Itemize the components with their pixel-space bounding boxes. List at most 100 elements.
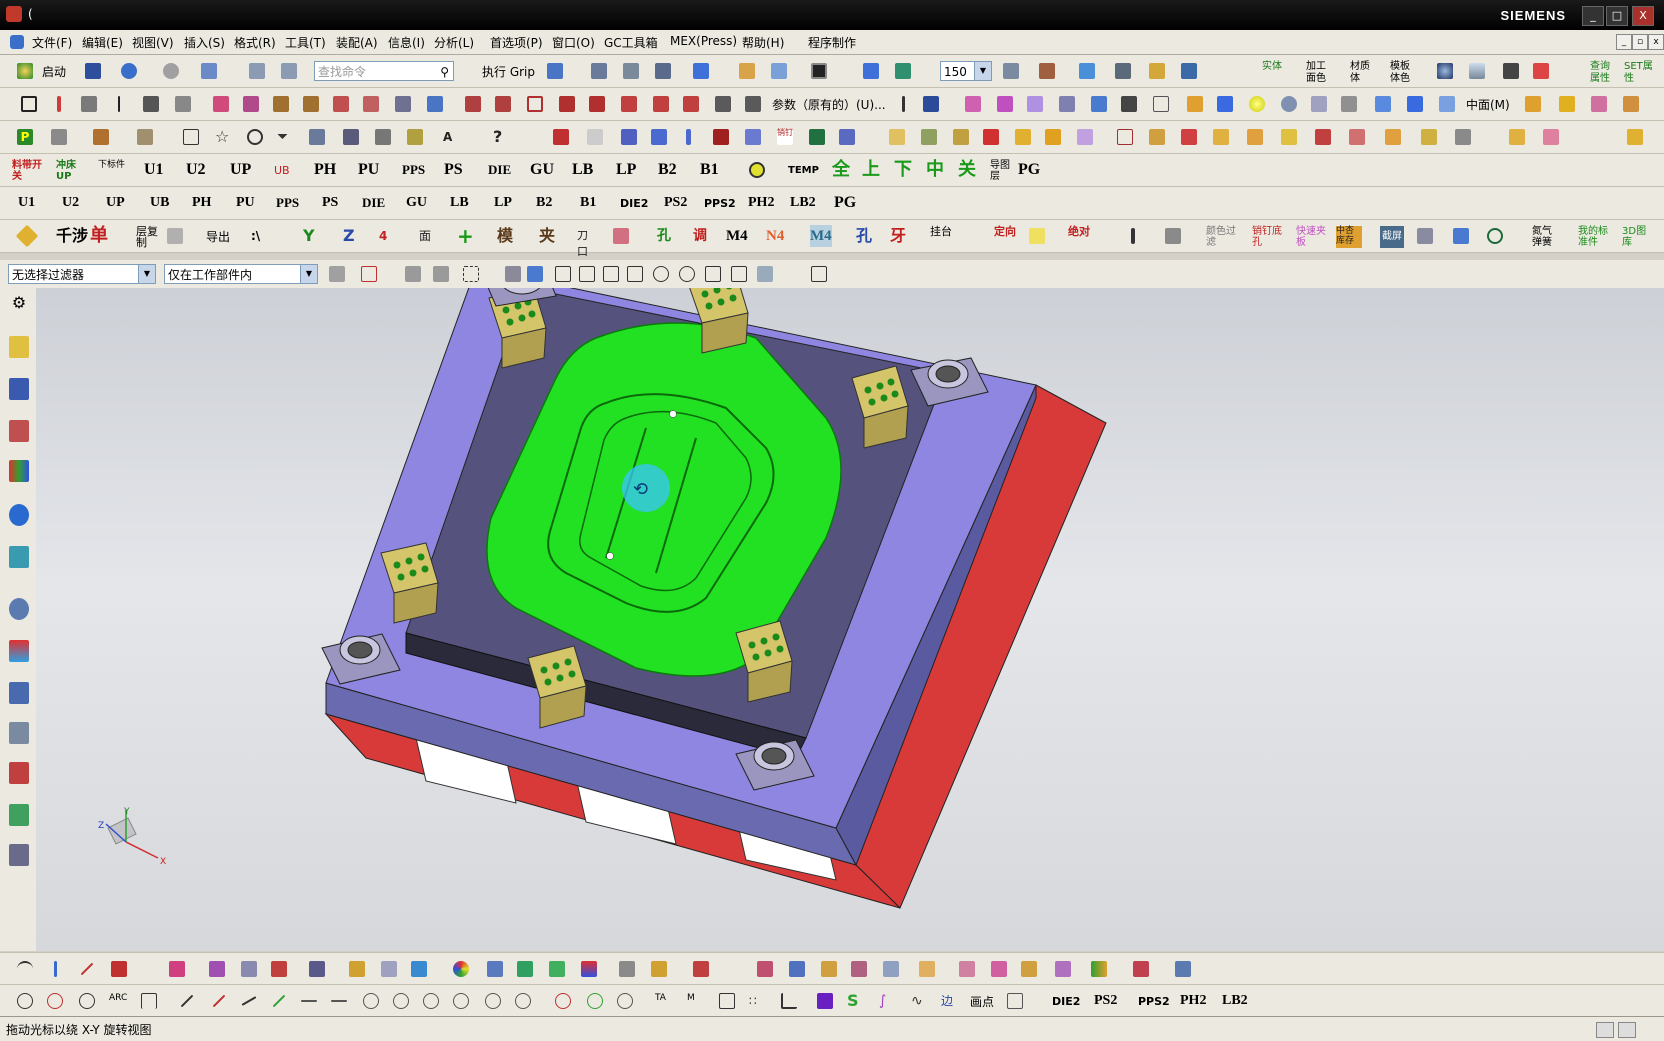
snap-point-icon[interactable] (358, 263, 380, 285)
clock-icon[interactable] (244, 126, 266, 148)
plate-stack-2-icon[interactable] (378, 958, 400, 980)
fan-curve-icon[interactable] (108, 958, 130, 980)
blade-icon[interactable]: 刀口 (574, 225, 596, 258)
pin-group-icon[interactable] (618, 126, 640, 148)
sew-icon[interactable] (1118, 93, 1140, 115)
circle-outline-icon[interactable] (1484, 225, 1506, 247)
wave-curve-icon[interactable]: ∿ (908, 990, 930, 1012)
paint-icon[interactable] (408, 958, 430, 980)
interference-button[interactable]: 千涉 (56, 225, 88, 247)
circle-center-icon[interactable] (44, 990, 66, 1012)
grid-icon[interactable] (588, 60, 610, 82)
cube-gold-2-icon[interactable] (1506, 126, 1528, 148)
move-curve-icon[interactable]: M (684, 990, 706, 1012)
redo-icon[interactable] (160, 60, 182, 82)
star-icon[interactable]: ☆ (212, 126, 234, 148)
surface-lavender-icon[interactable] (1024, 93, 1046, 115)
line-red-icon[interactable] (208, 990, 230, 1012)
part-navigator-icon[interactable] (9, 420, 29, 442)
layer-temp-button[interactable]: TEMP (788, 160, 819, 182)
plate-stack-icon[interactable] (346, 958, 368, 980)
n4-button[interactable]: N4 (766, 225, 784, 247)
move-u1-button[interactable]: U1 (18, 192, 35, 214)
surface-magenta-icon[interactable] (994, 93, 1016, 115)
menu-view[interactable]: 视图(V) (132, 34, 174, 51)
curve-icon[interactable] (172, 93, 194, 115)
blank-frame-icon[interactable] (1150, 93, 1172, 115)
history-icon[interactable] (9, 546, 29, 568)
mdi-minimize-button[interactable]: _ (1616, 34, 1632, 50)
list-icon[interactable] (372, 126, 394, 148)
close-all-button[interactable]: 关 (958, 159, 976, 181)
assembly-tree-icon[interactable] (918, 126, 940, 148)
cube-merge-icon[interactable] (1346, 126, 1368, 148)
start-button[interactable]: 启动 (42, 61, 66, 83)
box-icon[interactable] (524, 93, 546, 115)
snap-intersect-icon[interactable] (624, 263, 646, 285)
move-pu-button[interactable]: PU (236, 192, 255, 214)
die-set-model[interactable]: ⟲ X Y Z (36, 288, 1664, 951)
pen-brush-icon[interactable] (1122, 225, 1144, 247)
chamfer-icon[interactable] (586, 93, 608, 115)
move-ph2-button[interactable]: PH2 (748, 192, 774, 214)
sheet-icon[interactable] (1436, 93, 1458, 115)
color-blocks-icon[interactable] (1088, 958, 1110, 980)
stack-icon[interactable] (134, 126, 156, 148)
snap-icon[interactable] (1036, 60, 1058, 82)
cross-section-icon[interactable] (690, 958, 712, 980)
z-copy-icon[interactable]: Z (340, 225, 362, 247)
circle-pair-icon[interactable] (512, 990, 534, 1012)
3d-library-button[interactable]: 3D图库 (1622, 226, 1652, 248)
pink-sheet-icon[interactable] (1588, 93, 1610, 115)
wave-icon[interactable] (742, 93, 764, 115)
gradient-icon[interactable] (1466, 60, 1488, 82)
red-grid-icon[interactable] (1130, 958, 1152, 980)
menu-preferences[interactable]: 首选项(P) (490, 34, 543, 51)
assembly-filter-icon[interactable] (502, 263, 524, 285)
line-perpendicular-icon[interactable] (328, 990, 350, 1012)
move-ub-button[interactable]: UB (150, 192, 169, 214)
move-die2-button[interactable]: DIE2 (620, 193, 648, 215)
cube-grey-icon[interactable] (1452, 126, 1474, 148)
mold-icon[interactable]: 模 (494, 225, 516, 247)
t-punch-icon[interactable] (648, 126, 670, 148)
zoom-select[interactable]: 150 ▼ (940, 61, 992, 81)
rect-select-icon[interactable] (460, 263, 482, 285)
menu-insert[interactable]: 插入(S) (184, 34, 225, 51)
green-block-icon[interactable] (806, 126, 828, 148)
multi-color-icon[interactable] (578, 958, 600, 980)
strip-toggle-button[interactable]: 料带开关 (12, 160, 42, 182)
dowel-hole-button[interactable]: 销钉底孔 (1252, 226, 1282, 248)
snap-on-curve-icon[interactable] (728, 263, 750, 285)
bracket-icon[interactable] (138, 990, 160, 1012)
folder-icon[interactable] (1184, 93, 1206, 115)
multi-curve-icon[interactable]: ∫ (876, 990, 898, 1012)
cube-red-icon[interactable] (980, 126, 1002, 148)
template-label[interactable]: 模板体色 (1390, 61, 1416, 84)
move-pg-button[interactable]: PG (834, 192, 856, 214)
adjust-icon[interactable]: 调 (690, 225, 712, 247)
layer-ub-button[interactable]: UB (274, 160, 290, 182)
menu-file[interactable]: 文件(F) (32, 34, 72, 51)
show-lower-button[interactable]: 下 (894, 159, 912, 181)
cone-icon[interactable] (1308, 93, 1330, 115)
external-icon[interactable] (1004, 990, 1026, 1012)
cube-x-icon[interactable] (1312, 126, 1334, 148)
stamp-icon[interactable] (268, 958, 290, 980)
mdi-restore-button[interactable]: ▫ (1632, 34, 1648, 50)
trim-icon[interactable] (330, 93, 352, 115)
export-button[interactable]: 导出 (206, 226, 230, 248)
gold-plate-icon[interactable] (1620, 93, 1642, 115)
fillet-icon[interactable] (556, 93, 578, 115)
line-icon[interactable] (176, 990, 198, 1012)
circle-dash-icon[interactable] (482, 990, 504, 1012)
key-icon[interactable] (836, 126, 858, 148)
press-up-button[interactable]: 冲床UP (56, 160, 84, 182)
line-curve-icon[interactable] (76, 958, 98, 980)
flange-icon[interactable] (238, 958, 260, 980)
cylinder-blue-icon[interactable] (1450, 225, 1472, 247)
add-icon[interactable]: + (454, 225, 476, 247)
close-button[interactable]: X (1632, 6, 1654, 26)
help-icon[interactable]: ? (490, 126, 512, 148)
layer-ps-button[interactable]: PS (444, 159, 463, 181)
